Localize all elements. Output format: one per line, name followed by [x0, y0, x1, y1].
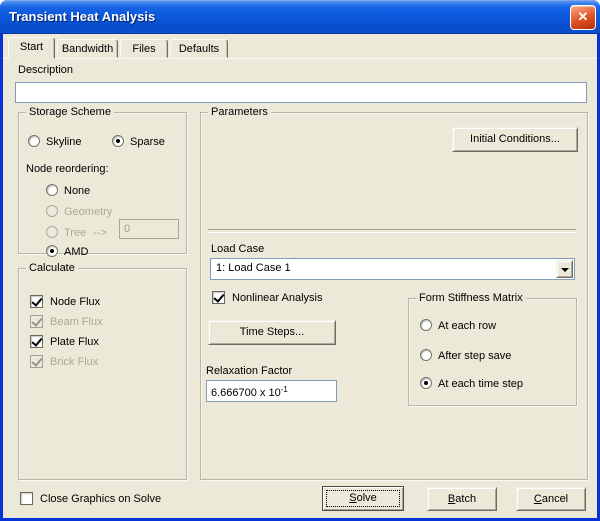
close-graphics-label[interactable]: Close Graphics on Solve — [40, 493, 161, 506]
reorder-geometry-label: Geometry — [64, 206, 112, 219]
relaxation-exponent: -1 — [281, 385, 288, 394]
close-icon: ✕ — [578, 9, 589, 24]
radio-dot-icon — [50, 249, 54, 253]
tree-arrow-icon: --> — [93, 227, 107, 240]
relaxation-factor-label: Relaxation Factor — [206, 365, 292, 378]
calculate-legend: Calculate — [26, 262, 78, 275]
tab-defaults-label: Defaults — [171, 40, 227, 55]
beam-flux-checkbox — [30, 315, 43, 328]
relaxation-factor-input[interactable]: 6.666700 x 10-1 — [206, 380, 337, 402]
description-label: Description — [18, 64, 73, 77]
load-case-combobox[interactable]: 1: Load Case 1 — [210, 258, 575, 280]
window-title: Transient Heat Analysis — [9, 9, 155, 24]
after-step-save-label[interactable]: After step save — [438, 350, 511, 363]
load-case-value: 1: Load Case 1 — [216, 262, 291, 274]
tree-depth-input — [119, 219, 179, 239]
cancel-button[interactable]: Cancel — [516, 487, 586, 511]
dialog-window: Transient Heat Analysis ✕ Start Bandwidt… — [0, 0, 600, 521]
tab-start-label: Start — [9, 38, 54, 53]
storage-scheme-legend: Storage Scheme — [26, 106, 114, 119]
description-input[interactable] — [15, 82, 587, 103]
sparse-radio-label[interactable]: Sparse — [130, 136, 165, 149]
check-icon — [213, 291, 224, 303]
reorder-none-radio[interactable] — [46, 184, 58, 196]
chevron-down-icon — [561, 268, 569, 272]
titlebar[interactable]: Transient Heat Analysis ✕ — [0, 0, 600, 34]
tab-bandwidth[interactable]: Bandwidth — [57, 39, 118, 58]
plate-flux-checkbox[interactable] — [30, 335, 43, 348]
time-steps-button[interactable]: Time Steps... — [208, 320, 336, 345]
nonlinear-analysis-label[interactable]: Nonlinear Analysis — [232, 292, 323, 305]
skyline-radio[interactable] — [28, 135, 40, 147]
check-icon — [31, 335, 42, 347]
batch-button[interactable]: Batch — [427, 487, 497, 511]
check-icon — [31, 315, 42, 327]
reorder-geometry-radio — [46, 205, 58, 217]
at-each-time-step-label[interactable]: At each time step — [438, 378, 523, 391]
close-button[interactable]: ✕ — [570, 5, 596, 30]
load-case-dropdown-button[interactable] — [556, 260, 573, 278]
node-flux-label[interactable]: Node Flux — [50, 296, 100, 309]
radio-dot-icon — [424, 381, 428, 385]
node-flux-checkbox[interactable] — [30, 295, 43, 308]
check-icon — [31, 295, 42, 307]
relaxation-mantissa: 6.666700 x 10 — [211, 387, 281, 399]
parameters-separator — [208, 229, 576, 233]
reorder-tree-radio — [46, 226, 58, 238]
at-each-row-radio[interactable] — [420, 319, 432, 331]
reorder-none-label[interactable]: None — [64, 185, 90, 198]
calculate-group: Calculate — [18, 268, 187, 480]
at-each-time-step-radio[interactable] — [420, 377, 432, 389]
load-case-label: Load Case — [211, 243, 264, 256]
brick-flux-checkbox — [30, 355, 43, 368]
parameters-legend: Parameters — [208, 106, 271, 119]
tab-start[interactable]: Start — [8, 37, 55, 59]
sparse-radio[interactable] — [112, 135, 124, 147]
tab-files[interactable]: Files — [120, 39, 168, 58]
reorder-amd-label[interactable]: AMD — [64, 246, 88, 259]
radio-dot-icon — [116, 139, 120, 143]
at-each-row-label[interactable]: At each row — [438, 320, 496, 333]
after-step-save-radio[interactable] — [420, 349, 432, 361]
plate-flux-label[interactable]: Plate Flux — [50, 336, 99, 349]
initial-conditions-button[interactable]: Initial Conditions... — [452, 127, 578, 152]
nonlinear-analysis-checkbox[interactable] — [212, 291, 225, 304]
brick-flux-label: Brick Flux — [50, 356, 98, 369]
form-stiffness-matrix-legend: Form Stiffness Matrix — [416, 292, 526, 305]
tab-bandwidth-label: Bandwidth — [58, 40, 117, 55]
skyline-radio-label[interactable]: Skyline — [46, 136, 81, 149]
node-reordering-label: Node reordering: — [26, 163, 109, 176]
tab-files-label: Files — [121, 40, 167, 55]
beam-flux-label: Beam Flux — [50, 316, 103, 329]
solve-button[interactable]: Solve — [322, 486, 404, 511]
tab-strip-baseline — [3, 58, 597, 59]
check-icon — [31, 355, 42, 367]
reorder-amd-radio[interactable] — [46, 245, 58, 257]
reorder-tree-label: Tree — [64, 227, 86, 240]
close-graphics-checkbox[interactable] — [20, 492, 33, 505]
tab-defaults[interactable]: Defaults — [170, 39, 228, 58]
